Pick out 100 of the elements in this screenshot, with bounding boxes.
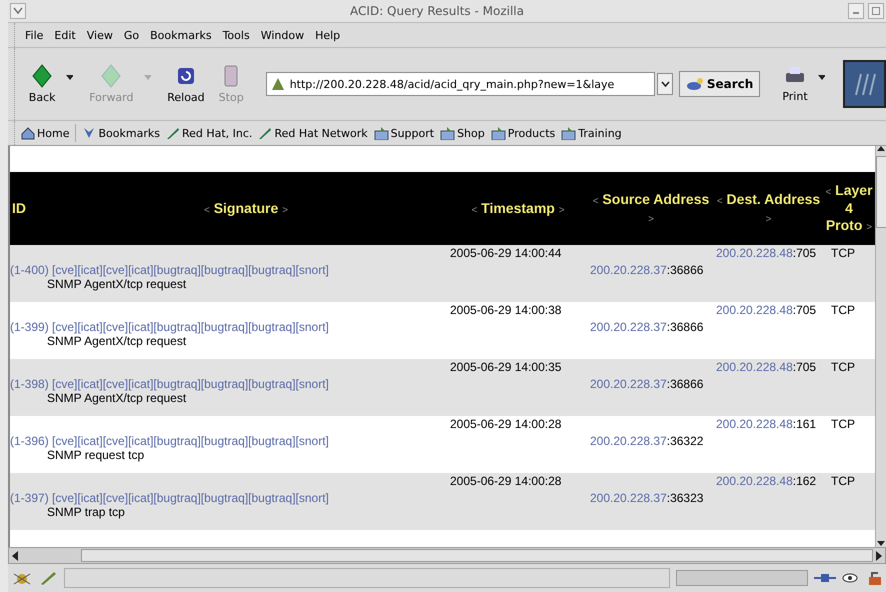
- dropdown-arrow-icon[interactable]: [818, 75, 826, 81]
- reference-link[interactable]: [icat]: [77, 263, 103, 277]
- back-button[interactable]: Back: [22, 64, 62, 104]
- menu-item[interactable]: Edit: [54, 28, 76, 42]
- column-header[interactable]: ID: [10, 172, 44, 245]
- reference-link[interactable]: [snort]: [296, 263, 329, 277]
- reference-link[interactable]: [bugtraq]: [248, 263, 296, 277]
- reference-link[interactable]: [bugtraq]: [153, 491, 201, 505]
- reference-link[interactable]: [bugtraq]: [153, 434, 201, 448]
- column-header[interactable]: < Timestamp >: [448, 172, 588, 245]
- bookmark-item[interactable]: Bookmarks: [82, 126, 160, 140]
- print-button[interactable]: Print: [776, 65, 814, 103]
- menu-item[interactable]: Help: [315, 28, 340, 42]
- reference-link[interactable]: [cve]: [102, 377, 128, 391]
- bookmark-item[interactable]: Training: [561, 126, 622, 140]
- menu-item[interactable]: File: [25, 28, 44, 42]
- reference-link[interactable]: [bugtraq]: [248, 320, 296, 334]
- reference-link[interactable]: [cve]: [52, 377, 78, 391]
- down-arrow-icon: [877, 541, 885, 547]
- reference-link[interactable]: [icat]: [128, 434, 154, 448]
- reference-link[interactable]: [bugtraq]: [248, 491, 296, 505]
- menu-item[interactable]: View: [86, 28, 113, 42]
- horizontal-scrollbar[interactable]: [8, 547, 886, 564]
- reference-link[interactable]: [cve]: [52, 434, 78, 448]
- left-arrow-icon: [11, 550, 19, 560]
- bookmark-item[interactable]: Home: [21, 126, 70, 140]
- bookmark-item[interactable]: Products: [490, 126, 556, 140]
- url-field[interactable]: http://200.20.228.48/acid/acid_qry_main.php?new=1&laye: [266, 72, 656, 96]
- reference-link[interactable]: [icat]: [77, 491, 103, 505]
- bookmark-item[interactable]: Support: [374, 126, 434, 140]
- reference-link[interactable]: [icat]: [77, 377, 103, 391]
- bookmark-item[interactable]: Red Hat, Inc.: [166, 126, 252, 140]
- reference-link[interactable]: [icat]: [77, 320, 103, 334]
- menu-item[interactable]: Window: [260, 28, 304, 42]
- reference-link[interactable]: [snort]: [296, 377, 329, 391]
- reference-link[interactable]: [bugtraq]: [153, 263, 201, 277]
- port-text: :36866: [666, 320, 704, 334]
- reference-link[interactable]: [cve]: [102, 434, 128, 448]
- bookmark-item[interactable]: Red Hat Network: [258, 126, 368, 140]
- menu-item[interactable]: Bookmarks: [150, 28, 212, 42]
- reference-link[interactable]: [cve]: [52, 263, 78, 277]
- column-header[interactable]: < Signature >: [44, 172, 448, 245]
- source-ip-link[interactable]: 200.20.228.37: [590, 377, 667, 391]
- dest-ip-link[interactable]: 200.20.228.48: [716, 303, 793, 317]
- reference-link[interactable]: [icat]: [128, 491, 154, 505]
- menu-item[interactable]: Tools: [222, 28, 250, 42]
- dest-ip-link[interactable]: 200.20.228.48: [716, 360, 793, 374]
- column-header[interactable]: < Source Address >: [588, 172, 714, 245]
- source-ip-link[interactable]: 200.20.228.37: [590, 491, 667, 505]
- url-dropdown-button[interactable]: [657, 73, 673, 95]
- reference-link[interactable]: [icat]: [128, 377, 154, 391]
- source-ip-link[interactable]: 200.20.228.37: [590, 263, 667, 277]
- reference-link[interactable]: [icat]: [128, 263, 154, 277]
- reference-link[interactable]: [bugtraq]: [248, 377, 296, 391]
- reference-link[interactable]: [bugtraq]: [200, 434, 248, 448]
- reference-link[interactable]: [bugtraq]: [200, 491, 248, 505]
- reference-link[interactable]: [bugtraq]: [200, 263, 248, 277]
- alert-id-link[interactable]: (1-396): [10, 434, 49, 448]
- vertical-scrollbar[interactable]: [875, 146, 886, 547]
- reference-link[interactable]: [cve]: [52, 320, 78, 334]
- timestamp-cell: 2005-06-29 14:00:44: [450, 246, 562, 260]
- window-menu-button[interactable]: [10, 3, 26, 19]
- reference-link[interactable]: [snort]: [296, 434, 329, 448]
- source-ip-link[interactable]: 200.20.228.37: [590, 434, 667, 448]
- reference-link[interactable]: [bugtraq]: [248, 434, 296, 448]
- chevron-icon: [660, 81, 670, 87]
- source-ip-link[interactable]: 200.20.228.37: [590, 320, 667, 334]
- maximize-button[interactable]: [868, 3, 884, 19]
- dropdown-arrow-icon[interactable]: [66, 75, 74, 81]
- dest-ip-link[interactable]: 200.20.228.48: [716, 417, 793, 431]
- reload-button[interactable]: Reload: [161, 64, 211, 104]
- reference-link[interactable]: [cve]: [52, 491, 78, 505]
- alert-id-link[interactable]: (1-400): [10, 263, 49, 277]
- protocol-cell: TCP: [831, 474, 855, 488]
- scrollbar-thumb[interactable]: [876, 156, 886, 228]
- dest-ip-link[interactable]: 200.20.228.48: [716, 474, 793, 488]
- reference-link[interactable]: [bugtraq]: [153, 377, 201, 391]
- reference-link[interactable]: [snort]: [296, 491, 329, 505]
- column-header[interactable]: < Dest. Address >: [714, 172, 823, 245]
- reference-link[interactable]: [bugtraq]: [200, 320, 248, 334]
- search-button[interactable]: Search: [678, 71, 760, 97]
- column-header[interactable]: < Layer 4 Proto >: [823, 172, 875, 245]
- menu-item[interactable]: Go: [124, 28, 140, 42]
- reference-link[interactable]: [snort]: [296, 320, 329, 334]
- dest-ip-link[interactable]: 200.20.228.48: [716, 246, 793, 260]
- bookmark-item[interactable]: Shop: [440, 126, 485, 140]
- reference-link[interactable]: [cve]: [102, 263, 128, 277]
- reference-link[interactable]: [icat]: [128, 320, 154, 334]
- alert-id-link[interactable]: (1-399): [10, 320, 49, 334]
- reference-link[interactable]: [bugtraq]: [200, 377, 248, 391]
- reference-link[interactable]: [icat]: [77, 434, 103, 448]
- alert-id-link[interactable]: (1-397): [10, 491, 49, 505]
- port-text: :705: [792, 360, 816, 374]
- reference-link[interactable]: [cve]: [102, 320, 128, 334]
- alert-id-link[interactable]: (1-398): [10, 377, 49, 391]
- minimize-button[interactable]: [848, 3, 864, 19]
- reference-link[interactable]: [bugtraq]: [153, 320, 201, 334]
- timestamp-cell: 2005-06-29 14:00:35: [450, 360, 562, 374]
- reference-link[interactable]: [cve]: [102, 491, 128, 505]
- scrollbar-thumb[interactable]: [81, 549, 873, 562]
